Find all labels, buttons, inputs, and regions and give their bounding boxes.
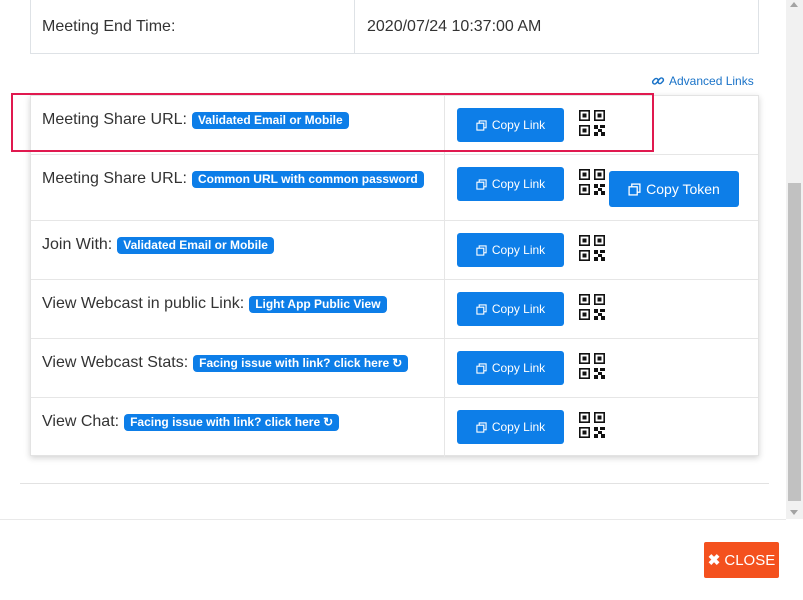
copy-icon bbox=[476, 244, 487, 256]
scrollbar-thumb[interactable] bbox=[788, 183, 801, 501]
copy-link-label: Copy Link bbox=[491, 420, 546, 434]
row-badge-text: Facing issue with link? click here bbox=[130, 414, 321, 429]
copy-icon bbox=[476, 362, 487, 374]
row-label-cell: View Webcast in public Link: Light App P… bbox=[31, 280, 445, 338]
copy-icon bbox=[476, 119, 487, 131]
copy-token-label: Copy Token bbox=[646, 181, 720, 197]
qr-code-icon[interactable] bbox=[579, 110, 605, 136]
row-badge-text: Validated Email or Mobile bbox=[197, 112, 343, 127]
table-row: Meeting Share URL: Common URL with commo… bbox=[31, 155, 758, 221]
row-badge[interactable]: Facing issue with link? click here ↻ bbox=[124, 413, 340, 431]
divider bbox=[20, 483, 769, 484]
row-label-cell: View Webcast Stats: Facing issue with li… bbox=[31, 339, 445, 397]
row-badge: Light App Public View bbox=[249, 295, 387, 313]
meeting-end-time-label: Meeting End Time: bbox=[31, 0, 355, 53]
table-row: View Chat: Facing issue with link? click… bbox=[31, 398, 758, 457]
copy-link-label: Copy Link bbox=[491, 361, 546, 375]
copy-icon bbox=[476, 303, 487, 315]
scroll-down-arrow-icon[interactable] bbox=[790, 510, 798, 515]
row-badge: Common URL with common password bbox=[191, 170, 424, 188]
footer-divider bbox=[0, 519, 786, 520]
copy-link-button[interactable]: Copy Link bbox=[457, 233, 564, 267]
table-row: View Webcast Stats: Facing issue with li… bbox=[31, 339, 758, 398]
qr-code-icon[interactable] bbox=[579, 294, 605, 320]
share-links-table: Meeting Share URL: Validated Email or Mo… bbox=[30, 95, 759, 457]
row-badge-text: Light App Public View bbox=[255, 296, 381, 311]
refresh-icon: ↻ bbox=[392, 355, 403, 370]
row-badge-text: Common URL with common password bbox=[197, 171, 418, 186]
advanced-links-link[interactable]: Advanced Links bbox=[651, 74, 754, 88]
close-icon: ✖ bbox=[707, 552, 721, 569]
row-label: View Webcast in public Link: bbox=[42, 295, 245, 312]
copy-link-button[interactable]: Copy Link bbox=[457, 108, 564, 142]
table-row: Meeting Share URL: Validated Email or Mo… bbox=[31, 96, 758, 155]
copy-link-label: Copy Link bbox=[491, 302, 546, 316]
link-icon bbox=[651, 77, 665, 85]
row-label: Meeting Share URL: bbox=[42, 111, 187, 128]
close-button[interactable]: ✖ CLOSE bbox=[704, 542, 779, 578]
table-row: Join With: Validated Email or Mobile Cop… bbox=[31, 221, 758, 280]
row-badge[interactable]: Facing issue with link? click here ↻ bbox=[193, 354, 409, 372]
copy-link-label: Copy Link bbox=[491, 243, 546, 257]
meeting-end-time-row: Meeting End Time: 2020/07/24 10:37:00 AM bbox=[30, 0, 759, 54]
copy-icon bbox=[476, 178, 487, 190]
copy-link-button[interactable]: Copy Link bbox=[457, 351, 564, 385]
copy-token-button[interactable]: Copy Token bbox=[609, 171, 739, 207]
copy-icon bbox=[476, 421, 487, 433]
row-badge: Validated Email or Mobile bbox=[191, 111, 349, 129]
row-label: Meeting Share URL: bbox=[42, 170, 187, 187]
qr-code-icon[interactable] bbox=[579, 353, 605, 379]
copy-link-label: Copy Link bbox=[491, 177, 546, 191]
row-label-cell: View Chat: Facing issue with link? click… bbox=[31, 398, 445, 457]
close-label: CLOSE bbox=[724, 551, 776, 569]
copy-link-button[interactable]: Copy Link bbox=[457, 292, 564, 326]
copy-link-button[interactable]: Copy Link bbox=[457, 410, 564, 444]
row-label-cell: Meeting Share URL: Validated Email or Mo… bbox=[31, 96, 445, 154]
row-badge: Validated Email or Mobile bbox=[117, 236, 274, 254]
qr-code-icon[interactable] bbox=[579, 169, 605, 195]
copy-link-button[interactable]: Copy Link bbox=[457, 167, 564, 201]
vertical-scrollbar[interactable] bbox=[786, 0, 803, 519]
row-label: View Webcast Stats: bbox=[42, 354, 189, 371]
advanced-links-label: Advanced Links bbox=[669, 74, 754, 88]
row-label-cell: Join With: Validated Email or Mobile bbox=[31, 221, 445, 279]
copy-link-label: Copy Link bbox=[491, 118, 546, 132]
row-badge-text: Validated Email or Mobile bbox=[123, 237, 268, 252]
row-label-cell: Meeting Share URL: Common URL with commo… bbox=[31, 155, 445, 220]
scroll-up-arrow-icon[interactable] bbox=[790, 2, 798, 7]
qr-code-icon[interactable] bbox=[579, 235, 605, 261]
row-badge-text: Facing issue with link? click here bbox=[199, 355, 390, 370]
row-label: Join With: bbox=[42, 236, 113, 253]
meeting-end-time-value: 2020/07/24 10:37:00 AM bbox=[367, 17, 542, 35]
table-row: View Webcast in public Link: Light App P… bbox=[31, 280, 758, 339]
copy-icon bbox=[628, 182, 641, 196]
qr-code-icon[interactable] bbox=[579, 412, 605, 438]
refresh-icon: ↻ bbox=[323, 414, 334, 429]
row-label: View Chat: bbox=[42, 413, 120, 430]
